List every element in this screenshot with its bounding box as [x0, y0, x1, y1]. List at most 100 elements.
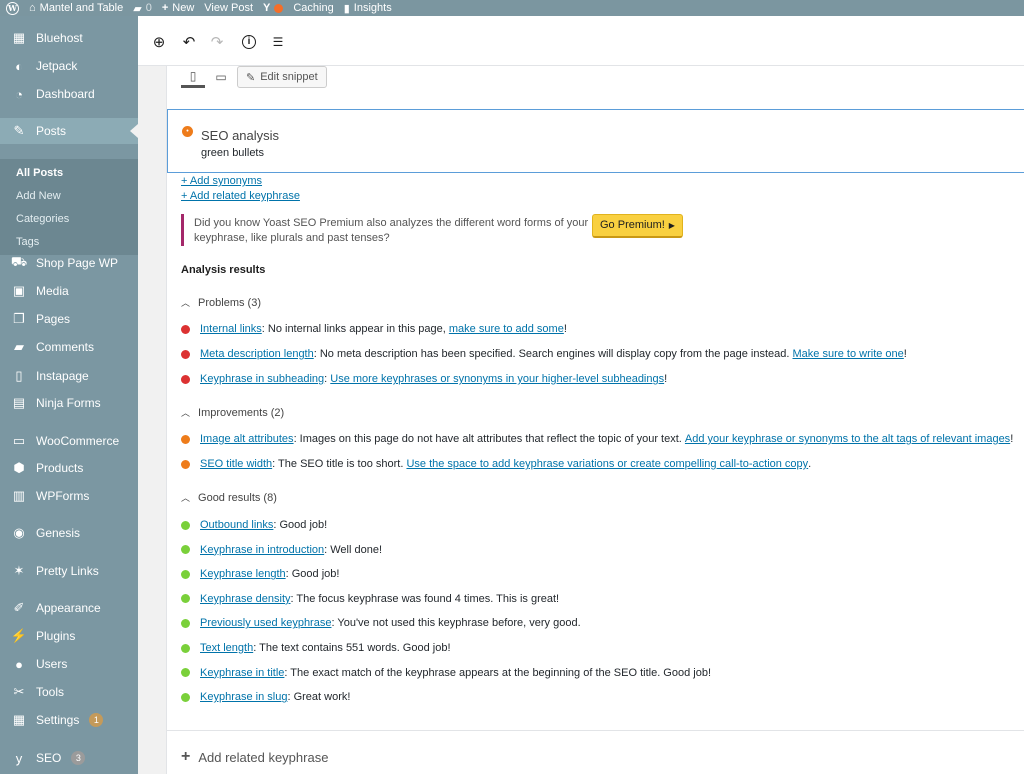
submenu-all-posts[interactable]: All Posts	[16, 167, 63, 179]
premium-notice: Did you know Yoast SEO Premium also anal…	[181, 214, 683, 246]
sidebar-item-shop-page-wp[interactable]: ⛟ Shop Page WP	[0, 250, 138, 276]
comments-link[interactable]: ▰ 0	[133, 2, 152, 15]
green-bullet-icon	[181, 668, 190, 678]
submenu-add-new[interactable]: Add New	[16, 190, 61, 202]
assessment-fix-link[interactable]: make sure to add some	[449, 323, 564, 335]
assessment-link[interactable]: Text length	[200, 642, 253, 654]
yoast-admin-link[interactable]: Y	[263, 2, 284, 14]
assessment-link[interactable]: Internal links	[200, 323, 262, 335]
assessment-text: : Good job!	[273, 519, 328, 531]
sidebar-item-appearance[interactable]: ✐ Appearance	[0, 595, 138, 621]
assessment-link[interactable]: Keyphrase density	[200, 593, 291, 605]
submenu-tags[interactable]: Tags	[16, 236, 39, 248]
sidebar-item-woocommerce[interactable]: ▭ WooCommerce	[0, 428, 138, 454]
assessment-text: : The text contains 551 words. Good job!	[253, 642, 451, 654]
genesis-icon: ◉	[13, 525, 25, 540]
sidebar-item-label: Tools	[36, 685, 65, 699]
add-related-keyphrase-link[interactable]: + Add related keyphrase	[181, 190, 300, 202]
pencil-icon: ✎	[246, 71, 256, 84]
green-bullet-icon	[181, 618, 190, 628]
outline-icon[interactable]: ☰	[269, 33, 287, 51]
desktop-icon: ▭	[215, 70, 227, 84]
sidebar-item-dashboard[interactable]: ◔ Dashboard	[0, 81, 138, 107]
assessment-fix-link[interactable]: Use the space to add keyphrase variation…	[406, 458, 808, 470]
analysis-result-row: Outbound links: Good job!	[181, 519, 327, 531]
sidebar-item-instapage[interactable]: ▯ Instapage	[0, 363, 138, 389]
edit-snippet-button[interactable]: ✎ Edit snippet	[237, 66, 327, 88]
sidebar-item-settings[interactable]: ▦ Settings 1	[0, 707, 138, 733]
sidebar-item-wpforms[interactable]: ▥ WPForms	[0, 483, 138, 509]
assessment-link[interactable]: Outbound links	[200, 519, 273, 531]
redo-icon[interactable]: ↷	[208, 33, 226, 51]
sidebar-item-jetpack[interactable]: ◐ Jetpack	[0, 53, 138, 79]
green-bullet-icon	[181, 520, 190, 530]
seo-analysis-box[interactable]: • SEO analysis green bullets	[167, 109, 1024, 173]
snippet-preview-tabs: ▯ ▭ ✎ Edit snippet	[181, 66, 327, 88]
assessment-link[interactable]: Keyphrase in introduction	[200, 544, 324, 556]
problems-toggle[interactable]: ︿ Problems (3)	[181, 296, 261, 309]
add-block-icon[interactable]: ⊕	[150, 33, 168, 51]
assessment-link[interactable]: Image alt attributes	[200, 433, 294, 445]
assessment-fix-link[interactable]: Make sure to write one	[793, 348, 904, 360]
mobile-icon: ▯	[189, 68, 197, 83]
assessment-fix-link[interactable]: Add your keyphrase or synonyms to the al…	[685, 433, 1010, 445]
caching-link[interactable]: Caching	[293, 2, 333, 14]
assessment-link[interactable]: Keyphrase in slug	[200, 691, 287, 703]
assessment-link[interactable]: Keyphrase in subheading	[200, 373, 324, 385]
count-badge: 1	[89, 713, 104, 727]
analysis-result-row: Text length: The text contains 551 words…	[181, 642, 451, 654]
mobile-preview-button[interactable]: ▯	[181, 66, 205, 88]
sidebar-item-posts[interactable]: ✎ Posts	[0, 118, 138, 144]
assessment-link[interactable]: Keyphrase in title	[200, 667, 284, 679]
red-bullet-icon	[181, 324, 190, 334]
chevron-up-icon: ︿	[181, 298, 191, 308]
assessment-punctuation: !	[664, 373, 668, 385]
good-results-toggle[interactable]: ︿ Good results (8)	[181, 491, 277, 504]
sidebar-item-genesis[interactable]: ◉ Genesis	[0, 520, 138, 546]
info-button[interactable]: i	[240, 33, 258, 51]
go-premium-button[interactable]: Go Premium! ▶	[592, 214, 683, 238]
green-bullet-icon	[181, 569, 190, 579]
yoast-icon: y	[15, 750, 23, 766]
submenu-categories[interactable]: Categories	[16, 213, 69, 225]
home-icon: ⌂	[29, 2, 36, 14]
add-synonyms-link[interactable]: + Add synonyms	[181, 175, 262, 187]
sidebar-item-plugins[interactable]: ⚡ Plugins	[0, 623, 138, 649]
analysis-result-row: Keyphrase in subheading: Use more keyphr…	[181, 373, 667, 385]
undo-icon[interactable]: ↶	[180, 33, 198, 51]
plus-icon: +	[161, 2, 169, 14]
admin-sidebar: All Posts Add New Categories Tags ▦ Blueh…	[0, 16, 138, 774]
sidebar-item-media[interactable]: ▣ Media	[0, 278, 138, 304]
add-related-keyphrase-button[interactable]: + Add related keyphrase	[181, 748, 328, 766]
sidebar-item-label: Dashboard	[36, 87, 95, 101]
insights-link[interactable]: ▮ Insights	[344, 2, 392, 15]
sidebar-item-pages[interactable]: ❐ Pages	[0, 306, 138, 332]
sidebar-item-label: Bluehost	[36, 31, 83, 45]
sidebar-item-comments[interactable]: ▰ Comments	[0, 334, 138, 360]
sidebar-item-label: Users	[36, 657, 68, 671]
desktop-preview-button[interactable]: ▭	[209, 66, 233, 88]
site-name-link[interactable]: ⌂ Mantel and Table	[29, 2, 123, 14]
assessment-link[interactable]: SEO title width	[200, 458, 272, 470]
sidebar-item-users[interactable]: ● Users	[0, 651, 138, 677]
view-post-link[interactable]: View Post	[204, 2, 253, 14]
assessment-link[interactable]: Keyphrase length	[200, 568, 286, 580]
sidebar-item-ninja-forms[interactable]: ▤ Ninja Forms	[0, 390, 138, 416]
assessment-text: : Images on this page do not have alt at…	[293, 433, 685, 445]
wp-logo-button[interactable]: W	[6, 1, 19, 15]
sidebar-item-tools[interactable]: ✂ Tools	[0, 679, 138, 705]
yoast-seo-panel: ▯ ▭ ✎ Edit snippet • SEO analysis green b…	[166, 66, 1024, 774]
seo-score-face-icon: •	[182, 126, 193, 137]
seo-status-dot	[274, 3, 284, 13]
sidebar-item-products[interactable]: ⬢ Products	[0, 455, 138, 481]
sidebar-item-bluehost[interactable]: ▦ Bluehost	[0, 25, 138, 51]
assessment-link[interactable]: Previously used keyphrase	[200, 617, 331, 629]
analysis-result-row: SEO title width: The SEO title is too sh…	[181, 458, 811, 470]
assessment-fix-link[interactable]: Use more keyphrases or synonyms in your …	[330, 373, 664, 385]
assessment-link[interactable]: Meta description length	[200, 348, 314, 360]
new-content-link[interactable]: + New	[162, 2, 194, 14]
sidebar-item-label: Settings	[36, 713, 80, 727]
improvements-toggle[interactable]: ︿ Improvements (2)	[181, 406, 284, 419]
sidebar-item-seo[interactable]: y SEO 3	[0, 745, 138, 771]
sidebar-item-pretty-links[interactable]: ✶ Pretty Links	[0, 558, 138, 584]
